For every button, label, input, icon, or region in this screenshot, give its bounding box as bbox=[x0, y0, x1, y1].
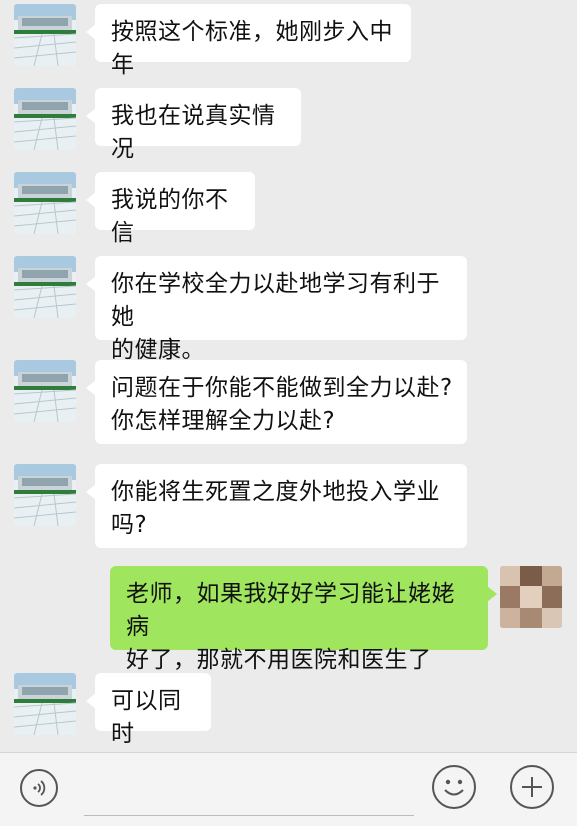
chat-area: 按照这个标准，她刚步入中年 我也在说真实情况 我说的你不信 你在学校全力以赴地学… bbox=[0, 0, 577, 752]
incoming-message-bubble[interactable]: 你在学校全力以赴地学习有利于她 的健康。 bbox=[86, 256, 467, 363]
plus-icon bbox=[522, 777, 542, 797]
incoming-message-bubble[interactable]: 可以同时 bbox=[86, 673, 211, 747]
plus-button[interactable] bbox=[510, 765, 554, 809]
avatar[interactable] bbox=[14, 673, 76, 735]
emoji-button[interactable] bbox=[432, 765, 476, 809]
outgoing-message-bubble[interactable]: 老师，如果我好好学习能让姥姥病 好了，那就不用医院和医生了 bbox=[110, 566, 497, 673]
incoming-message-bubble[interactable]: 你能将生死置之度外地投入学业 吗? bbox=[86, 464, 467, 548]
incoming-message-bubble[interactable]: 我也在说真实情况 bbox=[86, 88, 301, 162]
incoming-message-bubble[interactable]: 我说的你不信 bbox=[86, 172, 255, 246]
avatar[interactable] bbox=[14, 360, 76, 422]
avatar[interactable] bbox=[14, 88, 76, 150]
incoming-message-bubble[interactable]: 问题在于你能不能做到全力以赴? 你怎样理解全力以赴? bbox=[86, 360, 467, 444]
avatar[interactable] bbox=[14, 172, 76, 234]
voice-button[interactable] bbox=[20, 769, 58, 807]
avatar[interactable] bbox=[500, 566, 562, 628]
voice-icon bbox=[33, 780, 46, 796]
avatar[interactable] bbox=[14, 4, 76, 66]
incoming-message-bubble[interactable]: 按照这个标准，她刚步入中年 bbox=[86, 4, 411, 78]
message-input[interactable] bbox=[84, 815, 414, 816]
avatar[interactable] bbox=[14, 256, 76, 318]
input-toolbar bbox=[0, 752, 577, 826]
avatar[interactable] bbox=[14, 464, 76, 526]
emoji-icon bbox=[444, 779, 464, 796]
